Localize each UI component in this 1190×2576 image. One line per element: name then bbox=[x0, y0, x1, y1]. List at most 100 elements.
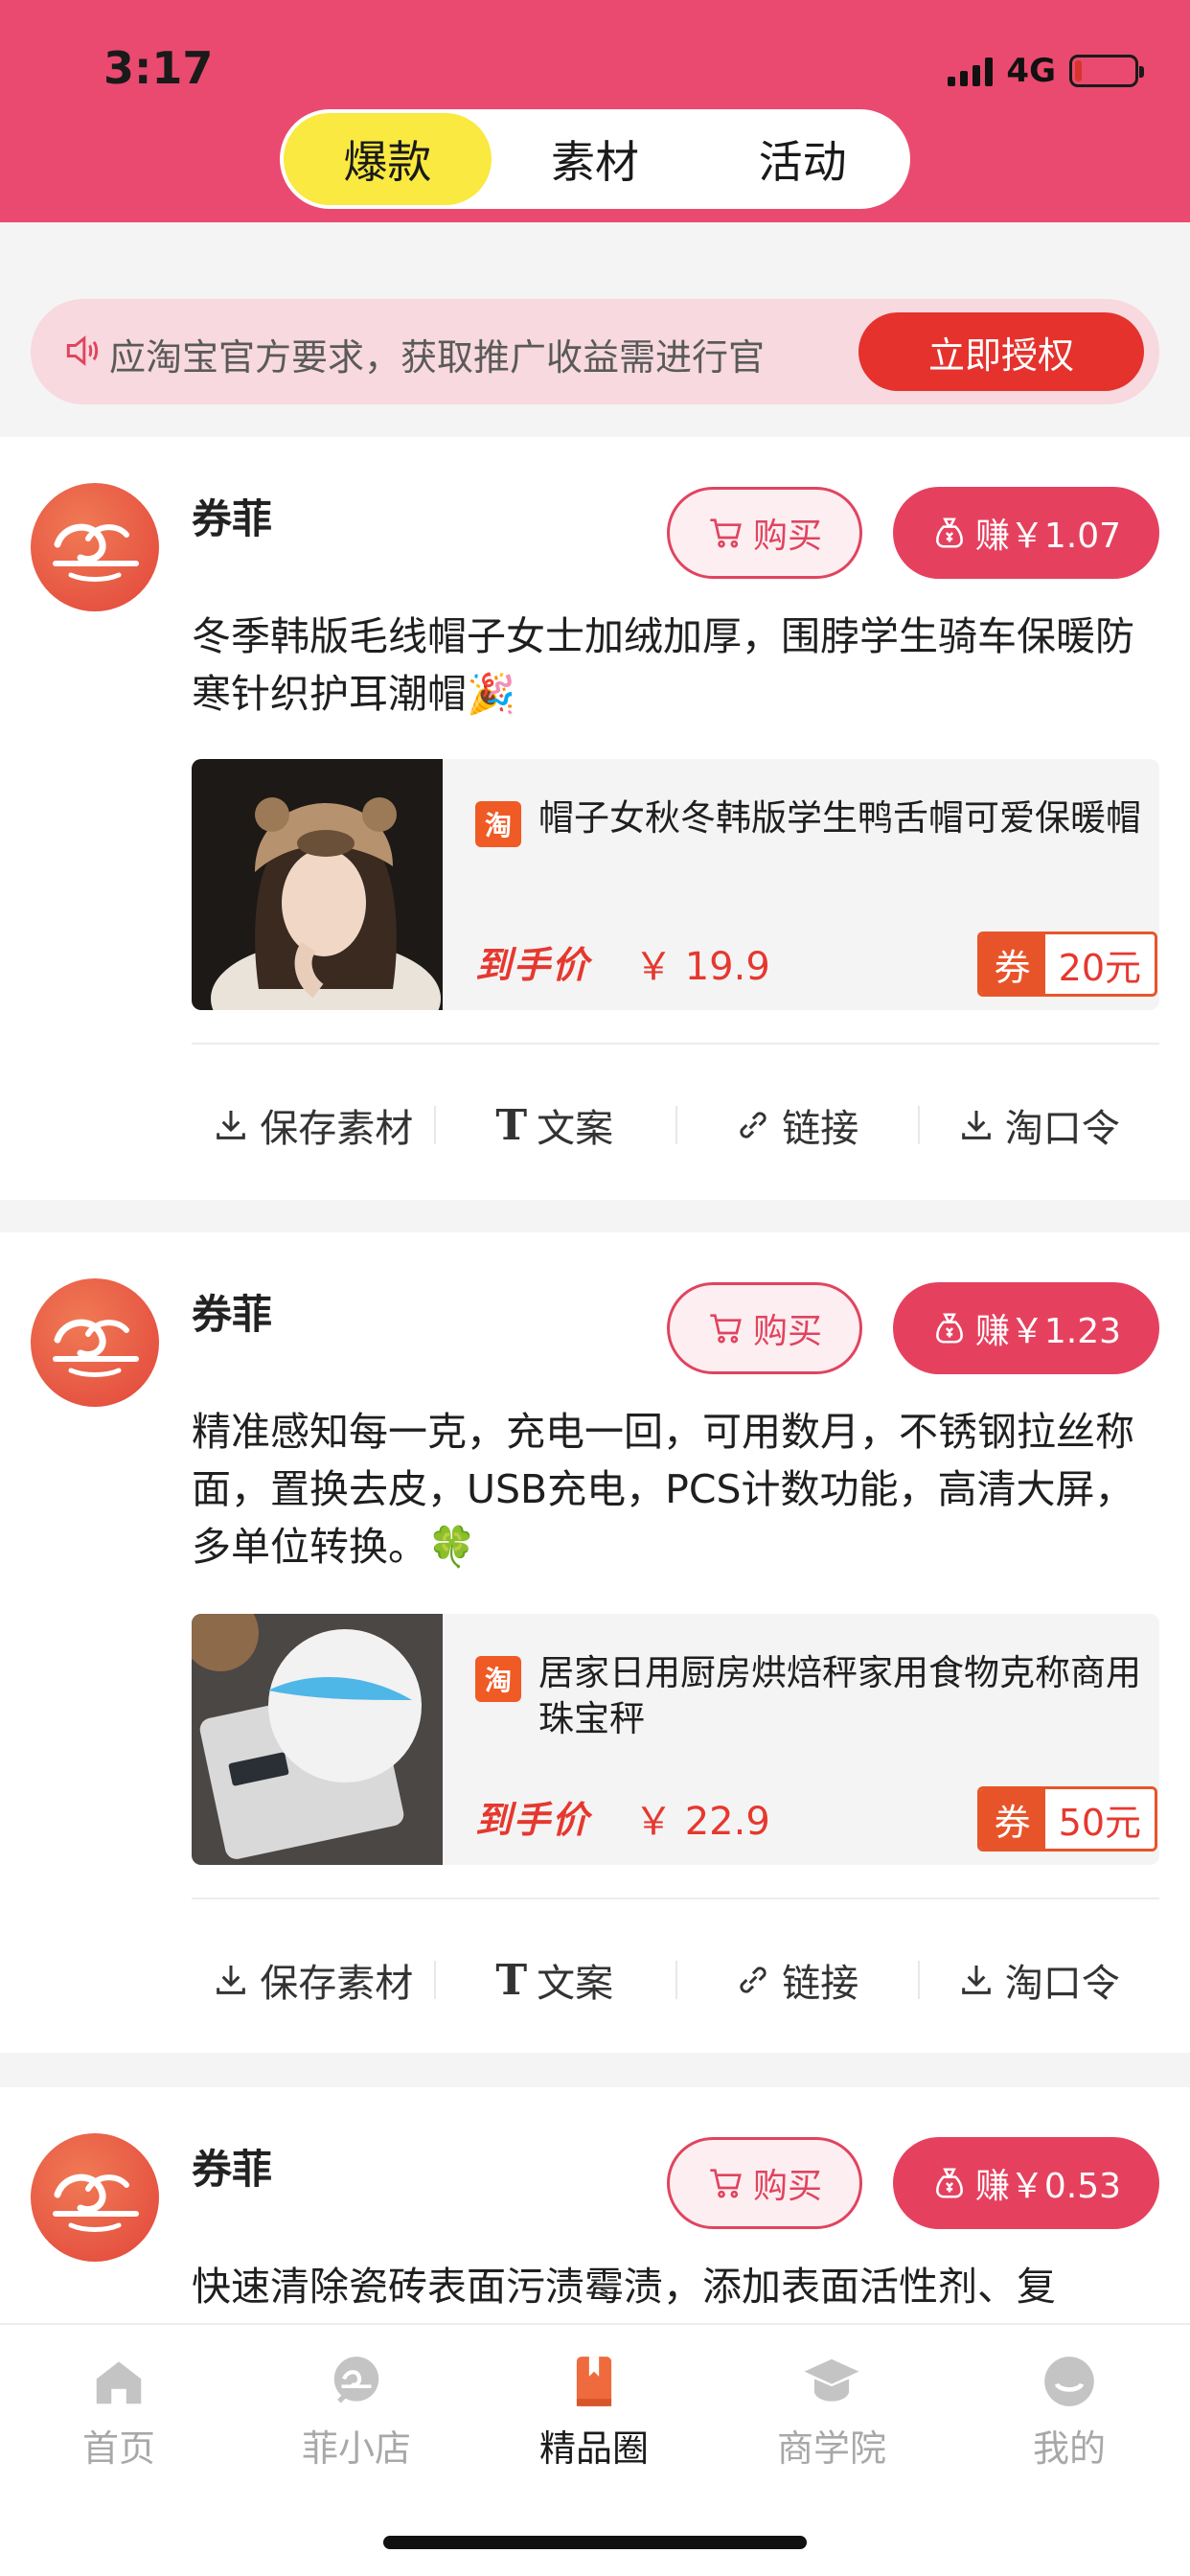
action-label: 保存素材 bbox=[260, 1107, 414, 1151]
action-label: 淘口令 bbox=[1004, 1107, 1120, 1151]
taobao-code-button[interactable]: 淘口令 bbox=[917, 1942, 1160, 2018]
home-icon bbox=[96, 2361, 142, 2404]
money-bag-icon bbox=[935, 518, 963, 548]
tabbar-label: 商学院 bbox=[776, 2427, 886, 2470]
divider bbox=[192, 1043, 1159, 1045]
earn-label: 赚￥1.23 bbox=[974, 1312, 1122, 1351]
coupon-value: 50元 bbox=[1044, 1789, 1155, 1849]
user-icon bbox=[1044, 2357, 1094, 2406]
speaker-icon bbox=[66, 335, 99, 366]
link-icon bbox=[740, 1966, 767, 1993]
money-bag-icon bbox=[935, 1313, 963, 1344]
cart-icon bbox=[710, 1314, 742, 1344]
tabbar-label: 菲小店 bbox=[301, 2427, 411, 2470]
download-icon bbox=[217, 1966, 246, 1994]
download-icon bbox=[961, 1966, 991, 1994]
tabbar-profile[interactable]: 我的 bbox=[950, 2352, 1188, 2472]
text-icon: T bbox=[495, 1100, 528, 1150]
notice-text: 应淘宝官方要求，获取推广收益需进行官 bbox=[109, 336, 766, 379]
buy-button[interactable]: 购买 bbox=[667, 487, 862, 579]
earn-label: 赚￥1.07 bbox=[974, 517, 1122, 556]
taobao-badge: 淘 bbox=[475, 801, 521, 847]
post-card: 券菲 购买 赚￥1.23 精准感知每一克，充电一回，可用数月，不锈钢拉丝称面，置… bbox=[0, 1232, 1190, 2053]
earn-button[interactable]: 赚￥1.07 bbox=[893, 487, 1159, 579]
graduation-cap-icon bbox=[804, 2358, 859, 2402]
buy-button[interactable]: 购买 bbox=[667, 2137, 862, 2229]
top-tab-switcher: 爆款 素材 活动 bbox=[280, 109, 910, 209]
home-indicator bbox=[383, 2536, 807, 2549]
save-material-button[interactable]: 保存素材 bbox=[192, 1942, 434, 2018]
avatar[interactable] bbox=[31, 1278, 159, 1407]
coupon-icon: 券 bbox=[979, 1789, 1045, 1849]
author-name: 券菲 bbox=[192, 1291, 273, 1338]
tabbar-shop[interactable]: 菲小店 bbox=[238, 2352, 475, 2472]
action-label: 淘口令 bbox=[1004, 1962, 1120, 2006]
post-card: 券菲 购买 赚￥0.53 快速清除瓷砖表面污渍霉渍，添加表面活性剂、复 bbox=[0, 2087, 1190, 2336]
avatar[interactable] bbox=[31, 2133, 159, 2262]
product-price: ￥ 19.9 bbox=[634, 945, 770, 989]
save-material-button[interactable]: 保存素材 bbox=[192, 1087, 434, 1163]
status-time: 3:17 bbox=[103, 42, 214, 94]
divider bbox=[192, 1898, 1159, 1899]
action-label: 链接 bbox=[782, 1962, 859, 2006]
download-icon bbox=[217, 1111, 246, 1139]
taobao-badge: 淘 bbox=[475, 1656, 521, 1702]
brand-logo-icon bbox=[53, 1319, 139, 1377]
authorization-notice: 应淘宝官方要求，获取推广收益需进行官 立即授权 bbox=[31, 299, 1159, 404]
product-price: ￥ 22.9 bbox=[634, 1800, 770, 1844]
post-description: 快速清除瓷砖表面污渍霉渍，添加表面活性剂、复 bbox=[192, 2264, 1056, 2310]
action-label: 保存素材 bbox=[260, 1962, 414, 2006]
coupon-badge: 券 20元 bbox=[976, 932, 1157, 997]
tab-materials[interactable]: 素材 bbox=[492, 113, 699, 205]
final-price-label: 到手价 bbox=[475, 1799, 591, 1841]
post-description: 冬季韩版毛线帽子女士加绒加厚，围脖学生骑车保暖防寒针织护耳潮帽🎉 bbox=[192, 613, 1134, 717]
product-card[interactable]: 淘 居家日用厨房烘焙秤家用食物克称商用珠宝秤 到手价 ￥ 22.9 券 50元 bbox=[192, 1614, 1159, 1865]
action-bar: 保存素材 T 文案 链接 淘口令 bbox=[192, 1942, 1159, 2018]
status-indicators: 4G bbox=[948, 52, 1144, 90]
coupon-value: 20元 bbox=[1044, 934, 1155, 994]
product-image bbox=[192, 759, 443, 1010]
buy-label: 购买 bbox=[752, 1312, 822, 1351]
avatar[interactable] bbox=[31, 483, 159, 611]
download-icon bbox=[961, 1111, 991, 1139]
taobao-code-button[interactable]: 淘口令 bbox=[917, 1087, 1160, 1163]
brand-logo-icon bbox=[53, 523, 139, 582]
post-description: 精准感知每一克，充电一回，可用数月，不锈钢拉丝称面，置换去皮，USB充电，PCS… bbox=[192, 1409, 1134, 1570]
network-type: 4G bbox=[1006, 52, 1056, 90]
post-card: 券菲 购买 赚￥1.07 冬季韩版毛线帽子女士加绒加厚，围脖学生骑车保暖防寒针织… bbox=[0, 437, 1190, 1200]
tabbar-label: 我的 bbox=[1032, 2427, 1106, 2470]
earn-button[interactable]: 赚￥0.53 bbox=[893, 2137, 1159, 2229]
cart-icon bbox=[710, 518, 742, 548]
copy-text-button[interactable]: T 文案 bbox=[433, 1087, 676, 1163]
tab-hot[interactable]: 爆款 bbox=[284, 113, 492, 205]
product-image bbox=[192, 1614, 443, 1865]
author-name: 券菲 bbox=[192, 2146, 273, 2193]
tab-events[interactable]: 活动 bbox=[698, 113, 906, 205]
book-icon bbox=[576, 2357, 612, 2406]
text-icon: T bbox=[495, 1955, 528, 2005]
coupon-icon: 券 bbox=[979, 934, 1045, 994]
author-name: 券菲 bbox=[192, 495, 273, 542]
shop-icon bbox=[333, 2357, 379, 2404]
tabbar-academy[interactable]: 商学院 bbox=[713, 2352, 950, 2472]
link-icon bbox=[740, 1112, 767, 1138]
buy-label: 购买 bbox=[752, 2167, 822, 2206]
product-card[interactable]: 淘 帽子女秋冬韩版学生鸭舌帽可爱保暖帽 到手价 ￥ 19.9 券 20元 bbox=[192, 759, 1159, 1010]
cart-icon bbox=[710, 2169, 742, 2198]
final-price-label: 到手价 bbox=[475, 944, 591, 986]
action-label: 文案 bbox=[537, 1107, 614, 1151]
tabbar-home[interactable]: 首页 bbox=[0, 2352, 238, 2472]
copy-text-button[interactable]: T 文案 bbox=[433, 1942, 676, 2018]
tabbar-label: 首页 bbox=[81, 2427, 155, 2470]
authorize-button[interactable]: 立即授权 bbox=[858, 312, 1144, 391]
action-label: 文案 bbox=[537, 1962, 614, 2006]
buy-button[interactable]: 购买 bbox=[667, 1282, 862, 1374]
tabbar-featured[interactable]: 精品圈 bbox=[475, 2352, 713, 2472]
buy-label: 购买 bbox=[752, 517, 822, 556]
action-bar: 保存素材 T 文案 链接 淘口令 bbox=[192, 1087, 1159, 1163]
product-title: 帽子女秋冬韩版学生鸭舌帽可爱保暖帽 bbox=[538, 797, 1141, 839]
earn-button[interactable]: 赚￥1.23 bbox=[893, 1282, 1159, 1374]
link-button[interactable]: 链接 bbox=[675, 1942, 918, 2018]
link-button[interactable]: 链接 bbox=[675, 1087, 918, 1163]
brand-logo-icon bbox=[53, 2174, 139, 2232]
